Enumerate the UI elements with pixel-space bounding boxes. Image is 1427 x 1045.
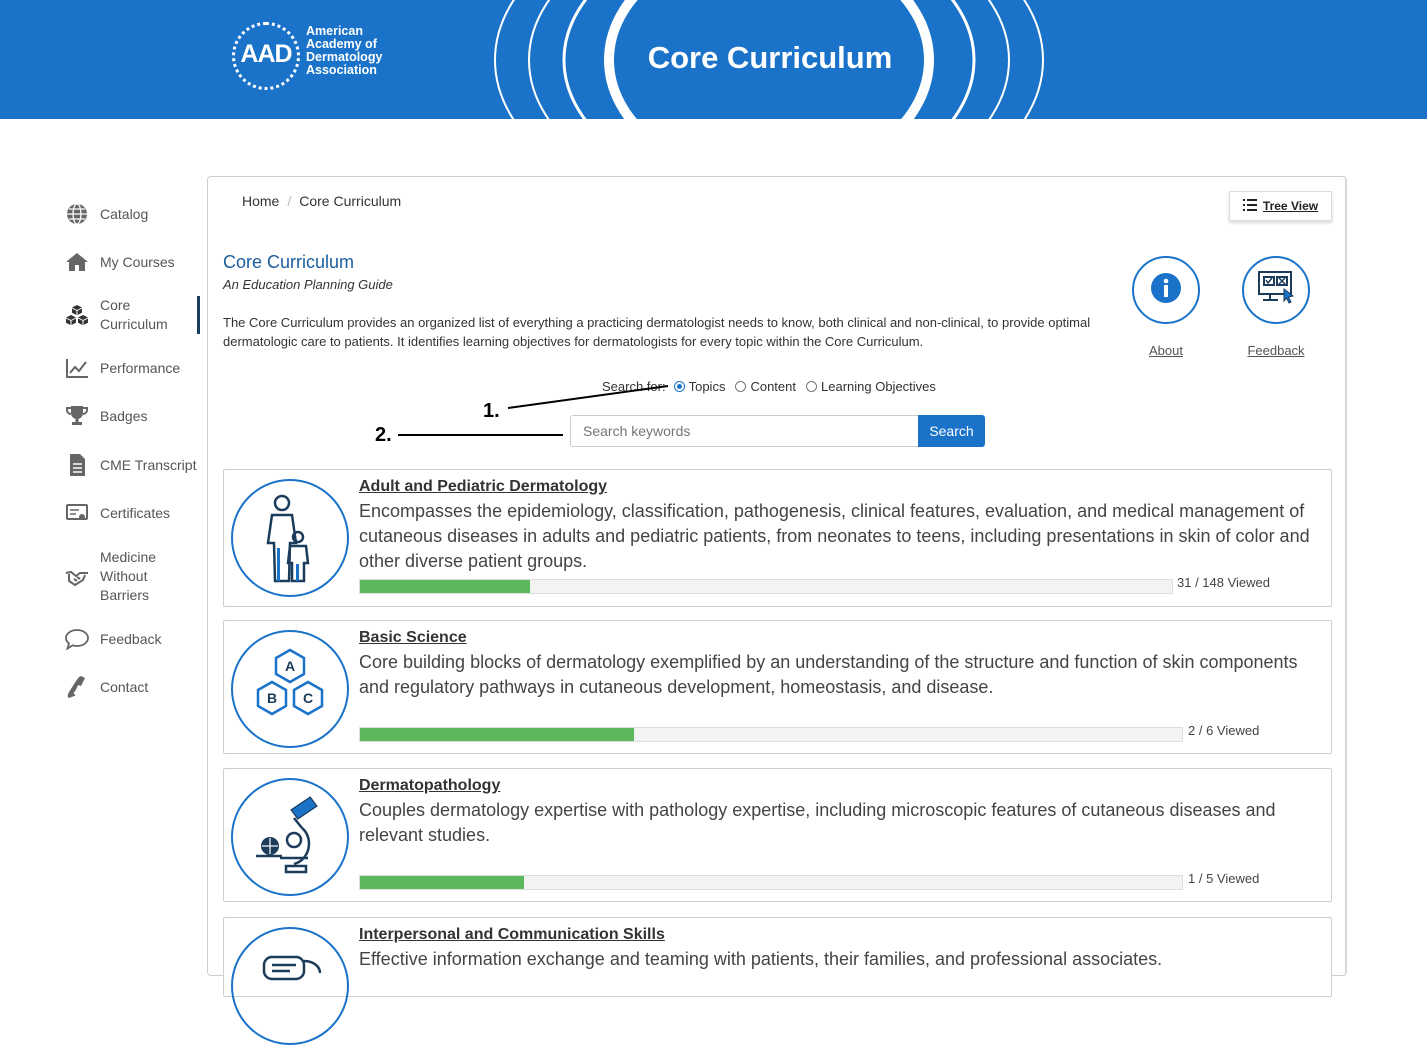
annotation-label-1: 1. bbox=[483, 400, 500, 422]
annotation-overlay bbox=[398, 385, 669, 436]
annotation-line-1 bbox=[507, 385, 669, 409]
annotation-label-2: 2. bbox=[375, 424, 392, 446]
